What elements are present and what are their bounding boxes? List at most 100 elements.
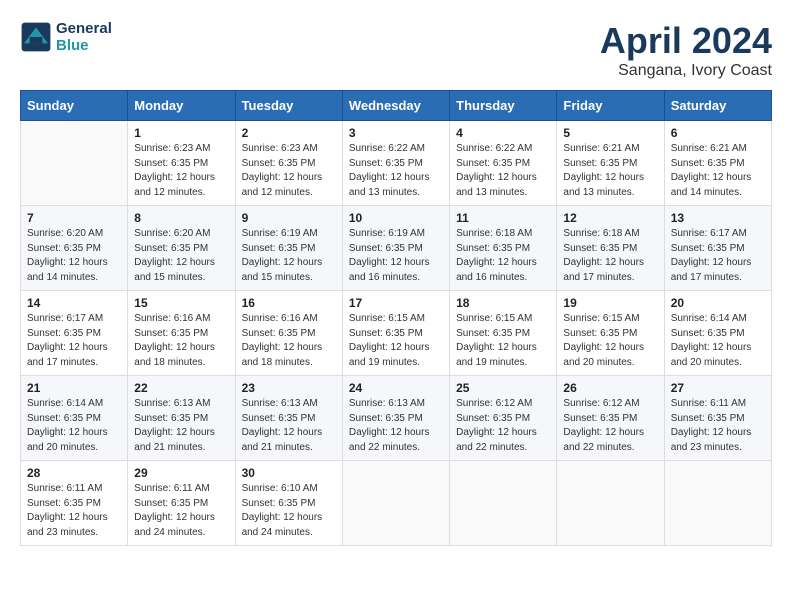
calendar-cell: 6Sunrise: 6:21 AM Sunset: 6:35 PM Daylig… [664, 121, 771, 206]
calendar-cell: 26 Sunrise: 6:12 AM Sunset: 6:35 PM Dayli… [557, 376, 664, 461]
calendar-cell: 11Sunrise: 6:18 AM Sunset: 6:35 PM Dayli… [450, 206, 557, 291]
day-number: 14 [27, 296, 121, 310]
day-info: Sunrise: 6:22 AM Sunset: 6:35 PM Dayligh… [349, 142, 443, 200]
day-info: Sunrise: 6:16 AM Sunset: 6:35 PM Dayligh… [134, 312, 228, 370]
day-info: Sunrise: 6:20 AM Sunset: 6:35 PM Dayligh… [134, 227, 228, 285]
day-number: 3 [349, 126, 443, 140]
calendar-cell: 19 Sunrise: 6:15 AM Sunset: 6:35 PM Dayli… [557, 291, 664, 376]
title-block: April 2024 Sangana, Ivory Coast [600, 20, 772, 80]
day-number: 18 [456, 296, 550, 310]
day-number: 13 [671, 211, 765, 225]
calendar-cell: 21Sunrise: 6:14 AM Sunset: 6:35 PM Dayli… [21, 376, 128, 461]
day-info: Sunrise: 6:12 AM Sunset: 6:35 PM Dayligh… [563, 397, 657, 455]
day-info: Sunrise: 6:15 AM Sunset: 6:35 PM Dayligh… [349, 312, 443, 370]
day-info: Sunrise: 6:15 AM Sunset: 6:35 PM Dayligh… [456, 312, 550, 370]
day-info: Sunrise: 6:23 AM Sunset: 6:35 PM Dayligh… [134, 142, 228, 200]
day-number: 29 [134, 466, 228, 480]
day-info: Sunrise: 6:20 AM Sunset: 6:35 PM Dayligh… [27, 227, 121, 285]
day-number: 1 [134, 126, 228, 140]
day-info: Sunrise: 6:13 AM Sunset: 6:35 PM Dayligh… [134, 397, 228, 455]
calendar-cell: 25 Sunrise: 6:12 AM Sunset: 6:35 PM Dayli… [450, 376, 557, 461]
calendar-cell: 1 Sunrise: 6:23 AM Sunset: 6:35 PM Daylig… [128, 121, 235, 206]
calendar-week-row: 14 Sunrise: 6:17 AM Sunset: 6:35 PM Dayli… [21, 291, 772, 376]
calendar-week-row: 7 Sunrise: 6:20 AM Sunset: 6:35 PM Daylig… [21, 206, 772, 291]
day-info: Sunrise: 6:12 AM Sunset: 6:35 PM Dayligh… [456, 397, 550, 455]
day-number: 26 [563, 381, 657, 395]
calendar-table: SundayMondayTuesdayWednesdayThursdayFrid… [20, 90, 772, 546]
day-number: 30 [242, 466, 336, 480]
weekday-header: Wednesday [342, 91, 449, 121]
calendar-cell: 7 Sunrise: 6:20 AM Sunset: 6:35 PM Daylig… [21, 206, 128, 291]
calendar-cell: 28 Sunrise: 6:11 AM Sunset: 6:35 PM Dayli… [21, 461, 128, 546]
page-header: General Blue April 2024 Sangana, Ivory C… [20, 20, 772, 80]
day-number: 19 [563, 296, 657, 310]
calendar-cell [342, 461, 449, 546]
day-info: Sunrise: 6:10 AM Sunset: 6:35 PM Dayligh… [242, 482, 336, 540]
day-info: Sunrise: 6:17 AM Sunset: 6:35 PM Dayligh… [27, 312, 121, 370]
calendar-cell: 23 Sunrise: 6:13 AM Sunset: 6:35 PM Dayli… [235, 376, 342, 461]
day-info: Sunrise: 6:11 AM Sunset: 6:35 PM Dayligh… [27, 482, 121, 540]
calendar-week-row: 21Sunrise: 6:14 AM Sunset: 6:35 PM Dayli… [21, 376, 772, 461]
day-info: Sunrise: 6:18 AM Sunset: 6:35 PM Dayligh… [563, 227, 657, 285]
calendar-cell: 10Sunrise: 6:19 AM Sunset: 6:35 PM Dayli… [342, 206, 449, 291]
weekday-header: Thursday [450, 91, 557, 121]
calendar-cell: 13 Sunrise: 6:17 AM Sunset: 6:35 PM Dayli… [664, 206, 771, 291]
weekday-header: Saturday [664, 91, 771, 121]
day-info: Sunrise: 6:15 AM Sunset: 6:35 PM Dayligh… [563, 312, 657, 370]
day-number: 24 [349, 381, 443, 395]
logo-text: General Blue [56, 20, 112, 54]
day-info: Sunrise: 6:14 AM Sunset: 6:35 PM Dayligh… [27, 397, 121, 455]
calendar-cell [664, 461, 771, 546]
day-number: 20 [671, 296, 765, 310]
day-info: Sunrise: 6:11 AM Sunset: 6:35 PM Dayligh… [134, 482, 228, 540]
calendar-week-row: 28 Sunrise: 6:11 AM Sunset: 6:35 PM Dayli… [21, 461, 772, 546]
calendar-cell: 8 Sunrise: 6:20 AM Sunset: 6:35 PM Daylig… [128, 206, 235, 291]
day-number: 16 [242, 296, 336, 310]
calendar-cell: 3 Sunrise: 6:22 AM Sunset: 6:35 PM Daylig… [342, 121, 449, 206]
day-number: 23 [242, 381, 336, 395]
day-info: Sunrise: 6:17 AM Sunset: 6:35 PM Dayligh… [671, 227, 765, 285]
weekday-header: Tuesday [235, 91, 342, 121]
calendar-cell: 20 Sunrise: 6:14 AM Sunset: 6:35 PM Dayli… [664, 291, 771, 376]
weekday-header: Monday [128, 91, 235, 121]
day-number: 8 [134, 211, 228, 225]
calendar-cell: 17 Sunrise: 6:15 AM Sunset: 6:35 PM Dayli… [342, 291, 449, 376]
location-subtitle: Sangana, Ivory Coast [600, 62, 772, 80]
day-number: 2 [242, 126, 336, 140]
month-title: April 2024 [600, 20, 772, 62]
day-number: 7 [27, 211, 121, 225]
day-number: 15 [134, 296, 228, 310]
day-number: 25 [456, 381, 550, 395]
day-number: 22 [134, 381, 228, 395]
calendar-header-row: SundayMondayTuesdayWednesdayThursdayFrid… [21, 91, 772, 121]
day-info: Sunrise: 6:19 AM Sunset: 6:35 PM Dayligh… [242, 227, 336, 285]
calendar-cell: 14 Sunrise: 6:17 AM Sunset: 6:35 PM Dayli… [21, 291, 128, 376]
calendar-week-row: 1 Sunrise: 6:23 AM Sunset: 6:35 PM Daylig… [21, 121, 772, 206]
calendar-body: 1 Sunrise: 6:23 AM Sunset: 6:35 PM Daylig… [21, 121, 772, 546]
calendar-cell: 12 Sunrise: 6:18 AM Sunset: 6:35 PM Dayli… [557, 206, 664, 291]
day-info: Sunrise: 6:23 AM Sunset: 6:35 PM Dayligh… [242, 142, 336, 200]
day-info: Sunrise: 6:14 AM Sunset: 6:35 PM Dayligh… [671, 312, 765, 370]
weekday-header: Sunday [21, 91, 128, 121]
logo: General Blue [20, 20, 112, 54]
day-number: 28 [27, 466, 121, 480]
calendar-cell: 18 Sunrise: 6:15 AM Sunset: 6:35 PM Dayli… [450, 291, 557, 376]
calendar-cell: 16Sunrise: 6:16 AM Sunset: 6:35 PM Dayli… [235, 291, 342, 376]
logo-icon [20, 21, 52, 53]
day-number: 12 [563, 211, 657, 225]
day-number: 9 [242, 211, 336, 225]
day-info: Sunrise: 6:18 AM Sunset: 6:35 PM Dayligh… [456, 227, 550, 285]
calendar-cell: 30 Sunrise: 6:10 AM Sunset: 6:35 PM Dayli… [235, 461, 342, 546]
day-number: 17 [349, 296, 443, 310]
calendar-cell: 15 Sunrise: 6:16 AM Sunset: 6:35 PM Dayli… [128, 291, 235, 376]
day-info: Sunrise: 6:19 AM Sunset: 6:35 PM Dayligh… [349, 227, 443, 285]
day-info: Sunrise: 6:13 AM Sunset: 6:35 PM Dayligh… [242, 397, 336, 455]
calendar-cell: 5Sunrise: 6:21 AM Sunset: 6:35 PM Daylig… [557, 121, 664, 206]
day-info: Sunrise: 6:13 AM Sunset: 6:35 PM Dayligh… [349, 397, 443, 455]
calendar-cell [450, 461, 557, 546]
calendar-cell: 9 Sunrise: 6:19 AM Sunset: 6:35 PM Daylig… [235, 206, 342, 291]
day-info: Sunrise: 6:11 AM Sunset: 6:35 PM Dayligh… [671, 397, 765, 455]
calendar-cell [557, 461, 664, 546]
day-number: 27 [671, 381, 765, 395]
calendar-cell: 24 Sunrise: 6:13 AM Sunset: 6:35 PM Dayli… [342, 376, 449, 461]
